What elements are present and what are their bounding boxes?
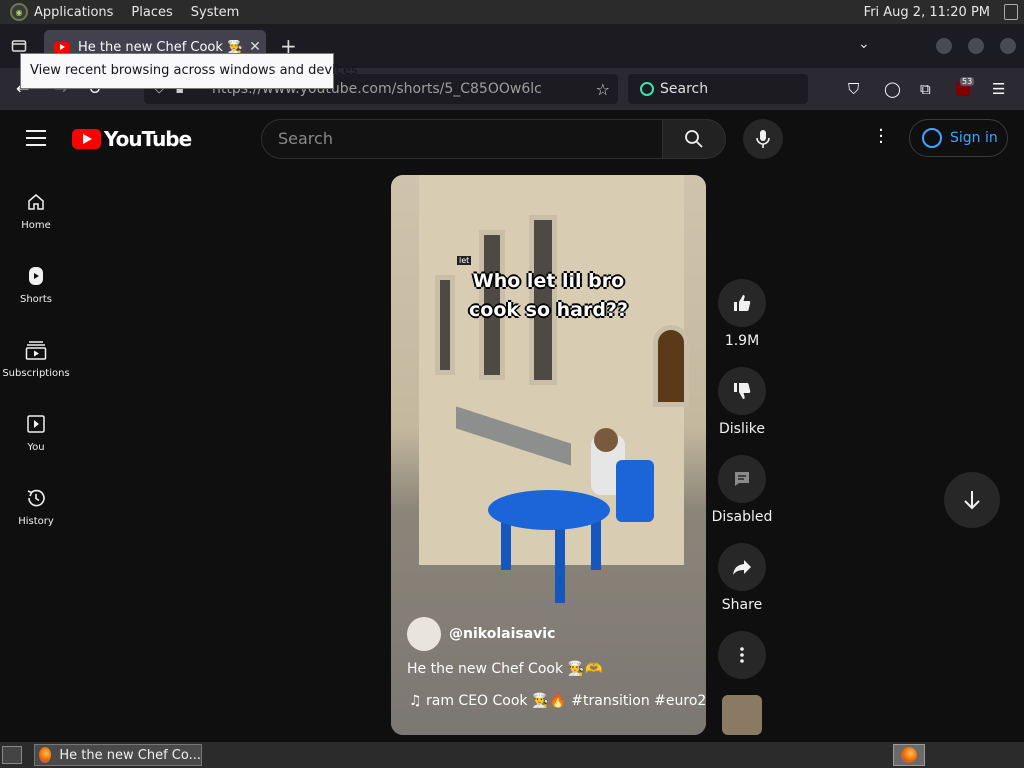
sidebar-item-home[interactable]: Home xyxy=(0,176,72,246)
workspace-switcher[interactable] xyxy=(893,744,925,766)
firefox-icon xyxy=(39,747,52,763)
close-window-button[interactable] xyxy=(1000,38,1016,54)
sidebar-item-shorts[interactable]: Shorts xyxy=(0,250,72,320)
video-blue-table xyxy=(488,490,610,530)
home-icon xyxy=(28,194,44,210)
youtube-favicon-icon xyxy=(54,41,70,53)
firefox-view-icon xyxy=(11,40,27,52)
tray-icon[interactable] xyxy=(1004,4,1018,20)
system-top-panel: ◉ Applications Places System Fri Aug 2, … xyxy=(0,0,1024,24)
account-icon[interactable]: ◯ xyxy=(884,80,901,98)
thumbs-down-icon xyxy=(734,383,751,399)
sidebar-item-you[interactable]: You xyxy=(0,398,72,468)
share-button[interactable] xyxy=(718,543,766,591)
sound-thumbnail[interactable] xyxy=(722,695,762,735)
ublock-badge: 53 xyxy=(960,77,975,86)
you-icon xyxy=(27,415,45,433)
video-overlay-tag: let xyxy=(457,256,472,265)
bottom-taskbar: He the new Chef Co... xyxy=(0,742,1024,768)
pocket-icon[interactable]: ⛉ xyxy=(848,80,859,98)
like-action: 1.9M xyxy=(718,279,766,349)
youtube-wordmark[interactable]: YouTube xyxy=(104,127,192,151)
show-desktop-icon[interactable] xyxy=(2,746,22,764)
system-menu[interactable]: System xyxy=(191,5,239,20)
taskbar-window-title: He the new Chef Co... xyxy=(59,747,201,763)
user-avatar-icon xyxy=(922,128,942,148)
dislike-label: Dislike xyxy=(719,421,765,437)
taskbar-window-button[interactable]: He the new Chef Co... xyxy=(34,744,202,766)
share-action: Share xyxy=(718,543,766,613)
browser-search-placeholder: Search xyxy=(660,81,709,97)
guide-menu-icon[interactable] xyxy=(26,130,46,146)
short-title[interactable]: He the new Chef Cook 👨‍🍳🫶 xyxy=(407,661,602,677)
more-actions-button[interactable] xyxy=(718,631,766,679)
more-actions xyxy=(718,631,766,679)
channel-avatar[interactable] xyxy=(407,617,441,651)
more-vertical-icon xyxy=(740,647,744,663)
video-child-head xyxy=(594,428,618,452)
firefox-icon xyxy=(901,747,917,763)
sidebar-item-subscriptions[interactable]: Subscriptions xyxy=(0,324,72,394)
youtube-logo-icon[interactable] xyxy=(72,129,101,149)
microphone-icon xyxy=(756,130,770,148)
like-button[interactable] xyxy=(718,279,766,327)
sidebar-item-label: Home xyxy=(21,220,51,231)
distro-logo-icon[interactable]: ◉ xyxy=(10,3,28,21)
shorts-video-player[interactable]: let Who let lil bro cook so hard?? @niko… xyxy=(391,175,706,735)
sidebar-item-label: History xyxy=(18,516,54,527)
video-arched-window xyxy=(653,325,689,407)
sidebar-item-label: Subscriptions xyxy=(2,368,70,379)
places-menu[interactable]: Places xyxy=(131,5,172,20)
channel-name[interactable]: @nikolaisavic xyxy=(449,626,555,642)
thumbs-up-icon xyxy=(734,295,751,311)
share-icon xyxy=(733,560,751,575)
tooltip: View recent browsing across windows and … xyxy=(20,53,358,89)
dislike-button[interactable] xyxy=(718,367,766,415)
next-short-button[interactable] xyxy=(944,472,1000,528)
comment-icon xyxy=(735,472,749,486)
sign-in-label: Sign in xyxy=(950,130,998,146)
comments-label: Disabled xyxy=(711,509,773,525)
extensions-icon[interactable]: ⧉ xyxy=(920,80,931,98)
video-blue-chair xyxy=(616,460,654,522)
youtube-search-input[interactable]: Search xyxy=(261,119,663,159)
video-caption: Who let lil bro cook so hard?? xyxy=(469,270,628,321)
maximize-button[interactable] xyxy=(968,38,984,54)
shorts-icon xyxy=(29,267,43,285)
sidebar-item-label: You xyxy=(27,442,45,453)
voice-search-button[interactable] xyxy=(743,119,783,159)
more-options-icon[interactable]: · · · xyxy=(876,122,886,152)
youtube-search-button[interactable] xyxy=(662,119,726,159)
applications-menu[interactable]: Applications xyxy=(34,5,113,20)
youtube-header: YouTube Search · · · Sign in xyxy=(0,110,1024,168)
sidebar-item-history[interactable]: History xyxy=(0,472,72,542)
minimize-button[interactable] xyxy=(936,38,952,54)
short-music[interactable]: ♫ ram CEO Cook 👨‍🍳🔥 #transition #euro202… xyxy=(409,693,706,709)
sign-in-button[interactable]: Sign in xyxy=(909,119,1008,157)
app-menu-icon[interactable]: ☰ xyxy=(992,80,1005,98)
subscriptions-icon xyxy=(25,341,47,360)
search-engine-icon xyxy=(640,82,654,96)
comments-button[interactable] xyxy=(718,455,766,503)
list-all-tabs-chevron-icon[interactable]: ⌄ xyxy=(858,36,870,52)
comments-action: Disabled xyxy=(712,455,772,525)
bookmark-star-icon[interactable]: ☆ xyxy=(596,80,610,99)
search-icon xyxy=(685,130,703,148)
channel-link[interactable]: @nikolaisavic xyxy=(407,617,555,651)
share-label: Share xyxy=(721,597,763,613)
like-count: 1.9M xyxy=(724,333,760,349)
browser-search-field[interactable]: Search xyxy=(628,74,808,104)
dislike-action: Dislike xyxy=(718,367,766,437)
arrow-down-icon xyxy=(964,491,980,510)
clock[interactable]: Fri Aug 2, 11:20 PM xyxy=(864,5,990,20)
sidebar-item-label: Shorts xyxy=(19,294,53,305)
history-icon xyxy=(27,489,45,507)
